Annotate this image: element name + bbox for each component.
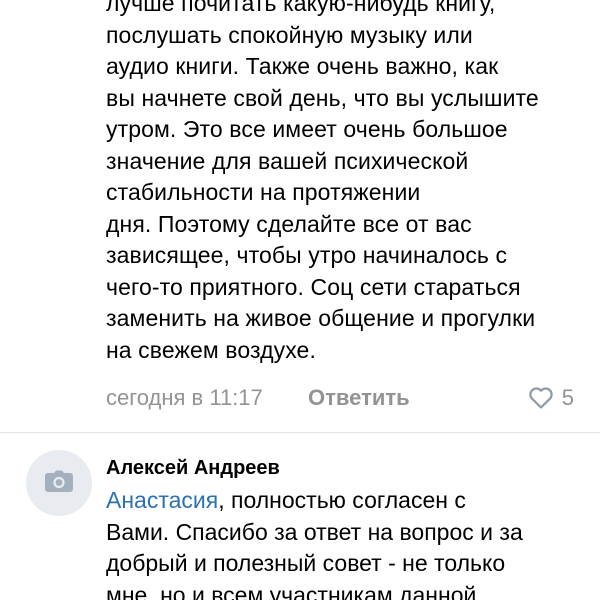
reply-author-name[interactable]: Алексей Андреев [106,455,280,481]
comment-meta-row: сегодня в 11:17 Ответить 5 [106,383,586,413]
reply-line: мне, но и всем участникам данной [106,581,477,600]
comment-line: стабильности на протяжении [106,179,421,205]
comment-line: чего-то приятного. Соц сети стараться [106,273,521,300]
reply-body: Анастасия, полностью согласен с Вами. Сп… [106,485,586,600]
comment-line: утром. Это все имеет очень большое [106,116,508,142]
comment-line: вы начнете свой день, что вы услышите [106,84,539,111]
heart-outline-icon [528,386,554,410]
reply-line-text: , полностью согласен с [218,487,466,513]
comment-line: значение для вашей психической [106,147,469,174]
comment-line: лучше почитать какую-нибудь книгу, [106,0,496,16]
comment-line: послушать спокойную музыку или [106,21,473,48]
reply-button[interactable]: Ответить [308,383,410,413]
comment-line: зависящее, чтобы утро начиналось с [106,242,508,268]
comment-line: аудио книги. Также очень важно, как [106,53,499,79]
reply-line: добрый и полезный совет - не только [106,550,506,576]
mention-link[interactable]: Анастасия [106,487,218,513]
avatar[interactable] [26,450,92,516]
comment-line: заменить на живое общение и прогулки [106,305,536,331]
like-count: 5 [561,385,574,410]
like-button[interactable]: 5 [528,383,574,413]
comment-timestamp: сегодня в 11:17 [106,385,263,410]
comment-line: на свежем воздухе. [106,336,316,363]
comment-body: лучше почитать какую-нибудь книгу, послу… [106,0,586,366]
comment-divider [0,432,600,433]
camera-icon [44,469,74,498]
reply-line: Вами. Спасибо за ответ на вопрос и за [106,518,523,545]
comment-line: дня. Поэтому сделайте все от вас [106,210,472,237]
reply-line: Анастасия, полностью согласен с [106,485,586,517]
